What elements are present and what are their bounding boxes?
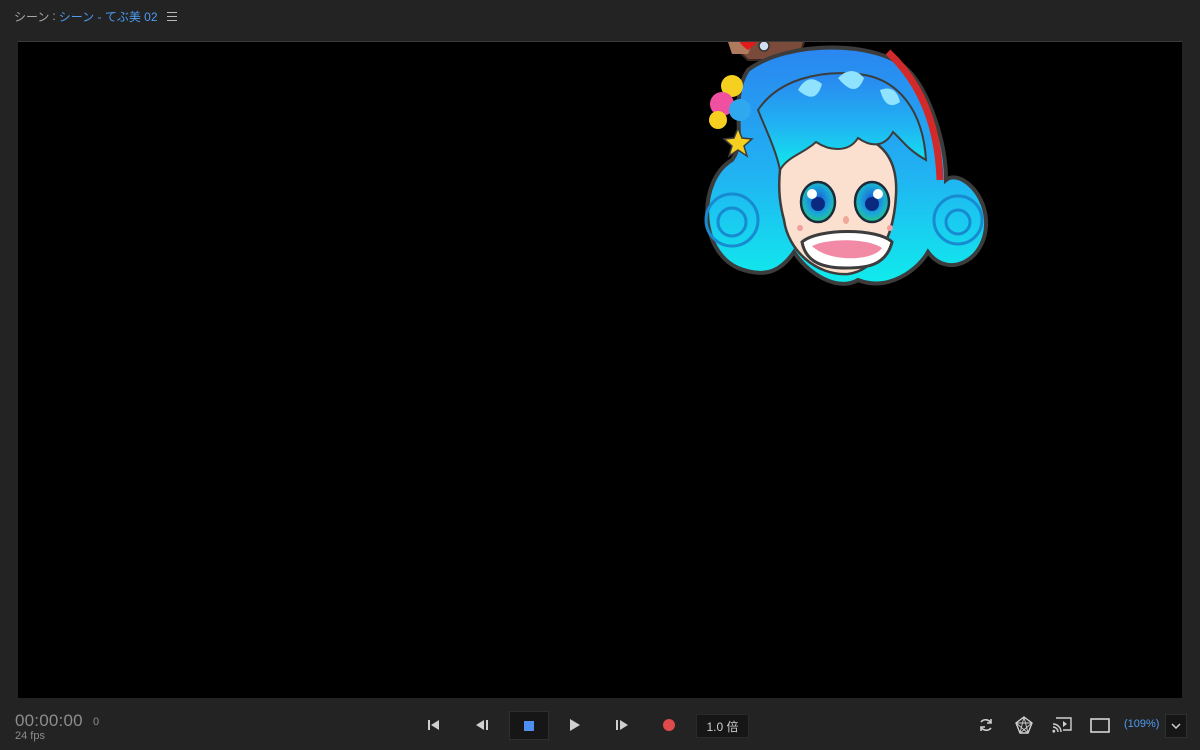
mesh-button[interactable] — [1010, 711, 1038, 739]
header-separator: : — [52, 9, 56, 23]
play-icon — [570, 719, 580, 731]
panel-header: シーン : シーン - てぶ美 02 — [0, 0, 1200, 32]
skip-to-start-icon — [428, 720, 439, 730]
play-button[interactable] — [561, 711, 589, 739]
scene-panel: シーン : シーン - てぶ美 02 00:00:00 0 24 fps 1.0… — [0, 0, 1200, 750]
cast-button[interactable] — [1048, 711, 1076, 739]
scene-prefix-label: シーン — [14, 9, 50, 24]
scene-name-link[interactable]: シーン - てぶ美 02 — [59, 8, 158, 25]
hamburger-menu-icon[interactable] — [166, 11, 177, 21]
stop-icon — [524, 720, 534, 731]
zoom-level[interactable]: (109%) — [1124, 718, 1159, 730]
record-button[interactable] — [655, 711, 683, 739]
frame-icon — [1090, 717, 1110, 733]
step-back-icon — [476, 720, 488, 730]
mesh-icon — [1015, 716, 1033, 734]
refresh-button[interactable] — [972, 711, 1000, 739]
step-forward-icon — [616, 720, 628, 730]
fps-label: 24 fps — [15, 730, 45, 742]
step-forward-button[interactable] — [608, 711, 636, 739]
record-icon — [663, 719, 675, 731]
step-back-button[interactable] — [468, 711, 496, 739]
refresh-icon — [980, 718, 992, 732]
puppet-character[interactable] — [688, 42, 988, 300]
frame-count: 0 — [93, 716, 100, 728]
scene-viewer[interactable] — [18, 41, 1182, 698]
playback-speed-field[interactable]: 1.0 倍 — [696, 714, 749, 738]
cast-icon — [1052, 717, 1072, 733]
stop-button[interactable] — [509, 711, 549, 740]
frame-button[interactable] — [1086, 711, 1114, 739]
zoom-dropdown[interactable] — [1165, 714, 1187, 738]
timecode[interactable]: 00:00:00 — [15, 711, 83, 731]
chevron-down-icon — [1171, 723, 1181, 729]
go-to-start-button[interactable] — [420, 711, 448, 739]
